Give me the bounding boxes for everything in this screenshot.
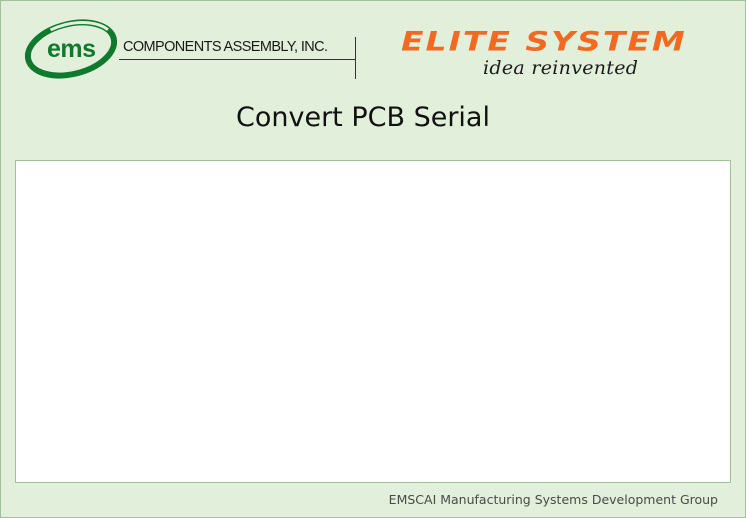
page-title: Convert PCB Serial	[236, 102, 490, 133]
app-window: ems COMPONENTS ASSEMBLY, INC. ELITE SYST…	[0, 0, 746, 518]
content-panel	[15, 160, 731, 483]
ems-logo: ems COMPONENTS ASSEMBLY, INC.	[23, 13, 363, 87]
ems-logo-rule	[119, 59, 355, 60]
ems-logo-divider	[355, 37, 356, 79]
footer-credit: EMSCAI Manufacturing Systems Development…	[388, 492, 718, 507]
elite-system-logo: ELITE SYSTEM idea reinvented	[401, 25, 721, 85]
elite-system-name: ELITE SYSTEM	[401, 25, 687, 57]
elite-system-tagline: idea reinvented	[483, 57, 639, 79]
ems-company-name: COMPONENTS ASSEMBLY, INC.	[123, 39, 328, 55]
ems-logo-mark: ems	[47, 35, 96, 63]
